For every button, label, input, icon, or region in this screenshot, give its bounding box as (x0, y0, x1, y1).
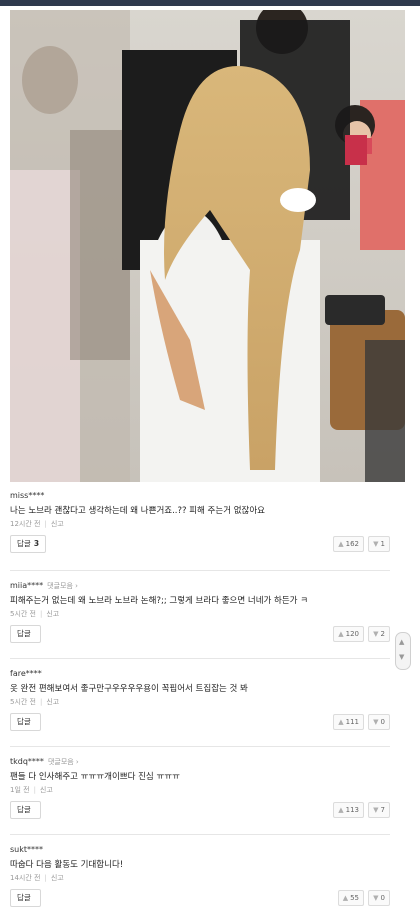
comment-collection-link[interactable]: 댓글모음 › (48, 758, 79, 766)
report-link[interactable]: 신고 (51, 874, 64, 882)
comment-item: sukt**** 따숩다 다음 활동도 기대합니다! 14시간 전 | 신고 답글 … (10, 844, 390, 914)
report-link[interactable]: 신고 (51, 520, 64, 528)
reply-button[interactable]: 답글 3 (10, 535, 47, 553)
reply-button[interactable]: 답글 (10, 889, 41, 907)
upvote-button[interactable]: ▲ 162 (333, 536, 364, 552)
downvote-button[interactable]: ▼ 7 (368, 802, 390, 818)
report-link[interactable]: 신고 (40, 786, 53, 794)
comment-meta: 5시간 전 | 신고 (10, 698, 60, 706)
comment-item: fare**** 옷 완전 편해보여서 좋구만구우우우우용이 꼭핍어서 트집잡는… (10, 668, 390, 747)
upvote-button[interactable]: ▲ 111 (333, 714, 364, 730)
chevron-down-icon: ▼ (399, 653, 405, 661)
comment-text: 따숩다 다음 활동도 기대합니다! (10, 860, 124, 870)
upvote-button[interactable]: ▲ 120 (333, 626, 364, 642)
downvote-button[interactable]: ▼ 0 (368, 714, 390, 730)
comment-item: tkdq**** 댓글모음 › 팬들 다 인사해주고 ㅠㅠㅠ개이쁘다 진심 ㅠㅠㅠ… (10, 756, 390, 835)
thumbs-down-icon: ▼ (373, 630, 379, 638)
thumbs-up-icon: ▲ (342, 894, 349, 902)
comment-meta: 5시간 전 | 신고 (10, 610, 60, 618)
comment-username[interactable]: miss**** (10, 490, 390, 501)
comment-username[interactable]: tkdq**** 댓글모음 › (10, 756, 390, 767)
comment-time: 5시간 전 (10, 610, 36, 618)
reply-button[interactable]: 답글 (10, 625, 41, 643)
downvote-button[interactable]: ▼ 2 (368, 626, 390, 642)
news-photo (10, 10, 405, 482)
comment-username[interactable]: fare**** (10, 668, 390, 679)
thumbs-down-icon: ▼ (373, 894, 379, 902)
thumbs-down-icon: ▼ (373, 718, 379, 726)
report-link[interactable]: 신고 (46, 698, 59, 706)
comment-text: 옷 완전 편해보여서 좋구만구우우우우용이 꼭핍어서 트집잡는 것 봐 (10, 684, 248, 694)
thumbs-up-icon: ▲ (338, 806, 344, 814)
reply-button[interactable]: 답글 (10, 713, 41, 731)
comment-username[interactable]: miia**** 댓글모음 › (10, 580, 390, 591)
downvote-button[interactable]: ▼ 0 (368, 890, 390, 906)
report-link[interactable]: 신고 (46, 610, 59, 618)
scroll-handle[interactable]: ▲ ▼ (395, 632, 411, 670)
reply-button[interactable]: 답글 (10, 801, 41, 819)
comment-time: 14시간 전 (10, 874, 41, 882)
thumbs-down-icon: ▼ (373, 540, 379, 548)
downvote-button[interactable]: ▼ 1 (368, 536, 390, 552)
chevron-up-icon: ▲ (399, 638, 405, 646)
comment-meta: 1일 전 | 신고 (10, 786, 53, 794)
thumbs-up-icon: ▲ (338, 718, 344, 726)
comment-time: 12시간 전 (10, 520, 41, 528)
upvote-button[interactable]: ▲ 55 (337, 890, 364, 906)
comment-collection-link[interactable]: 댓글모음 › (47, 582, 78, 590)
thumbs-down-icon: ▼ (373, 806, 379, 814)
comment-meta: 12시간 전 | 신고 (10, 520, 64, 528)
thumbs-up-icon: ▲ (338, 630, 344, 638)
comment-item: miss**** 나는 노브라 괜찮다고 생각하는데 왜 나쁜거죠..?? 피해… (10, 490, 390, 571)
thumbs-up-icon: ▲ (338, 540, 344, 548)
comment-username[interactable]: sukt**** (10, 844, 390, 855)
comment-text: 나는 노브라 괜찮다고 생각하는데 왜 나쁜거죠..?? 피해 주는거 없잖아요 (10, 506, 266, 516)
comment-meta: 14시간 전 | 신고 (10, 874, 64, 882)
upvote-button[interactable]: ▲ 113 (333, 802, 364, 818)
comment-text: 피해주는거 없는데 왜 노브라 노브라 논해?;; 그렇게 브라다 좋으면 너네… (10, 596, 309, 606)
top-bar (0, 0, 420, 6)
comment-text: 팬들 다 인사해주고 ㅠㅠㅠ개이쁘다 진심 ㅠㅠㅠ (10, 772, 180, 782)
reply-count: 3 (33, 539, 40, 548)
comment-time: 5시간 전 (10, 698, 36, 706)
comment-item: miia**** 댓글모음 › 피해주는거 없는데 왜 노브라 노브라 논해?;;… (10, 580, 390, 659)
comment-time: 1일 전 (10, 786, 30, 794)
